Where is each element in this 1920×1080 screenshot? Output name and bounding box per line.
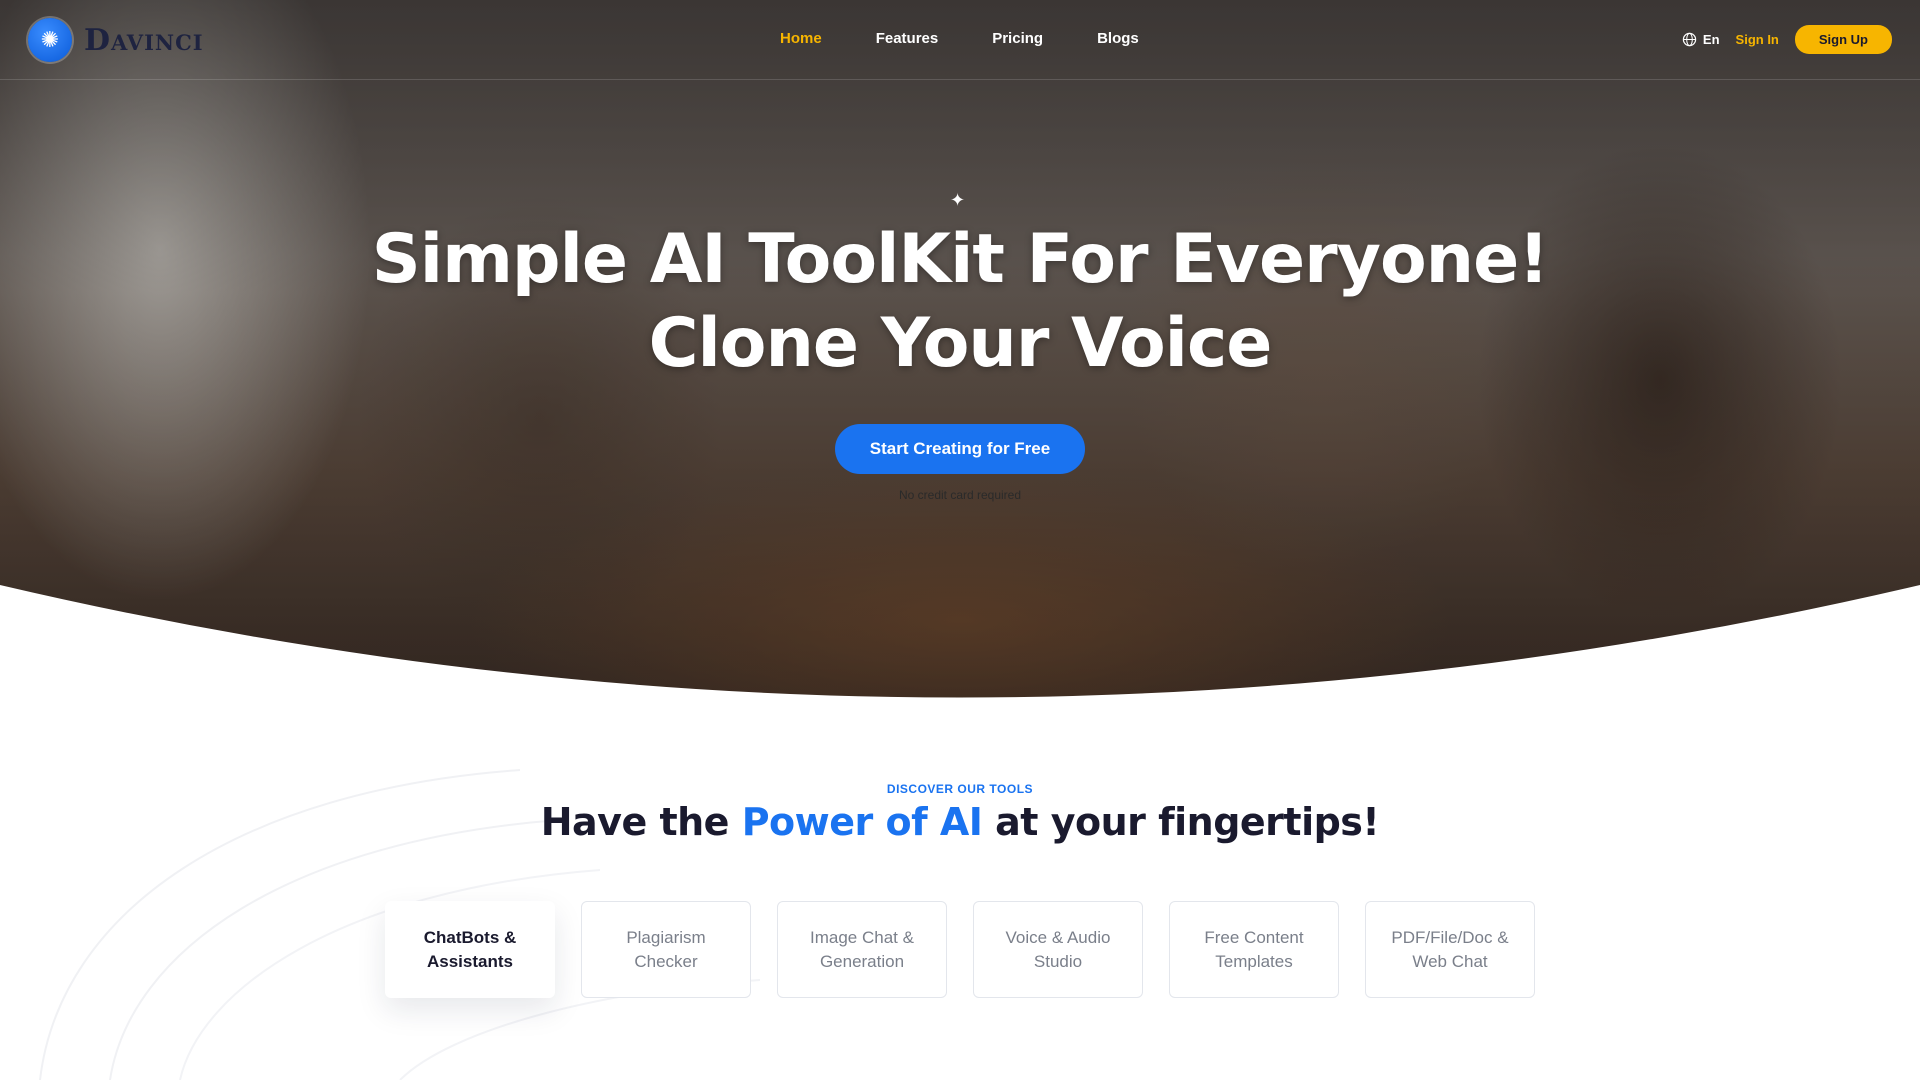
heading-accent: Power of AI bbox=[741, 800, 983, 844]
language-label: En bbox=[1702, 32, 1720, 47]
sparkle-icon: ✦ bbox=[950, 190, 966, 211]
section-heading: Have the Power of AI at your fingertips! bbox=[0, 800, 1920, 844]
tab-image-chat-generation[interactable]: Image Chat & Generation bbox=[777, 901, 947, 998]
top-navigation: ✺ Davinci Home Features Pricing Blogs En… bbox=[0, 0, 1920, 80]
no-credit-card-note: No credit card required bbox=[898, 488, 1022, 502]
heading-prefix: Have the bbox=[540, 800, 730, 844]
globe-icon bbox=[1682, 32, 1697, 47]
section-eyebrow: DISCOVER OUR TOOLS bbox=[886, 782, 1034, 796]
hero-title-line-2: Clone Your Voice bbox=[648, 304, 1273, 383]
brand-logo[interactable]: ✺ Davinci bbox=[28, 18, 204, 62]
nav-link-blogs[interactable]: Blogs bbox=[1097, 30, 1139, 47]
tab-chatbots-assistants[interactable]: ChatBots & Assistants bbox=[385, 901, 555, 998]
tool-tabs: ChatBots & Assistants Plagiarism Checker… bbox=[385, 901, 1535, 998]
sign-up-button[interactable]: Sign Up bbox=[1794, 25, 1892, 54]
tab-free-content-templates[interactable]: Free Content Templates bbox=[1169, 901, 1339, 998]
hero-title-line-1: Simple AI ToolKit For Everyone! bbox=[371, 220, 1549, 299]
sign-in-link[interactable]: Sign In bbox=[1736, 32, 1779, 47]
tab-voice-audio-studio[interactable]: Voice & Audio Studio bbox=[973, 901, 1143, 998]
hero-curve-divider bbox=[0, 585, 1920, 740]
brain-icon: ✺ bbox=[28, 18, 72, 62]
nav-link-pricing[interactable]: Pricing bbox=[992, 30, 1043, 47]
nav-actions: En Sign In Sign Up bbox=[1682, 25, 1892, 54]
tab-pdf-file-doc-web-chat[interactable]: PDF/File/Doc & Web Chat bbox=[1365, 901, 1535, 998]
nav-link-home[interactable]: Home bbox=[780, 30, 822, 47]
nav-link-features[interactable]: Features bbox=[876, 30, 939, 47]
main-menu: Home Features Pricing Blogs bbox=[780, 30, 1139, 47]
heading-suffix: at your fingertips! bbox=[995, 800, 1380, 844]
language-selector[interactable]: En bbox=[1682, 32, 1720, 47]
brand-name: Davinci bbox=[84, 22, 204, 58]
tab-plagiarism-checker[interactable]: Plagiarism Checker bbox=[581, 901, 751, 998]
hero-headline: Simple AI ToolKit For Everyone! Clone Yo… bbox=[0, 218, 1920, 386]
start-creating-button[interactable]: Start Creating for Free bbox=[835, 424, 1085, 474]
